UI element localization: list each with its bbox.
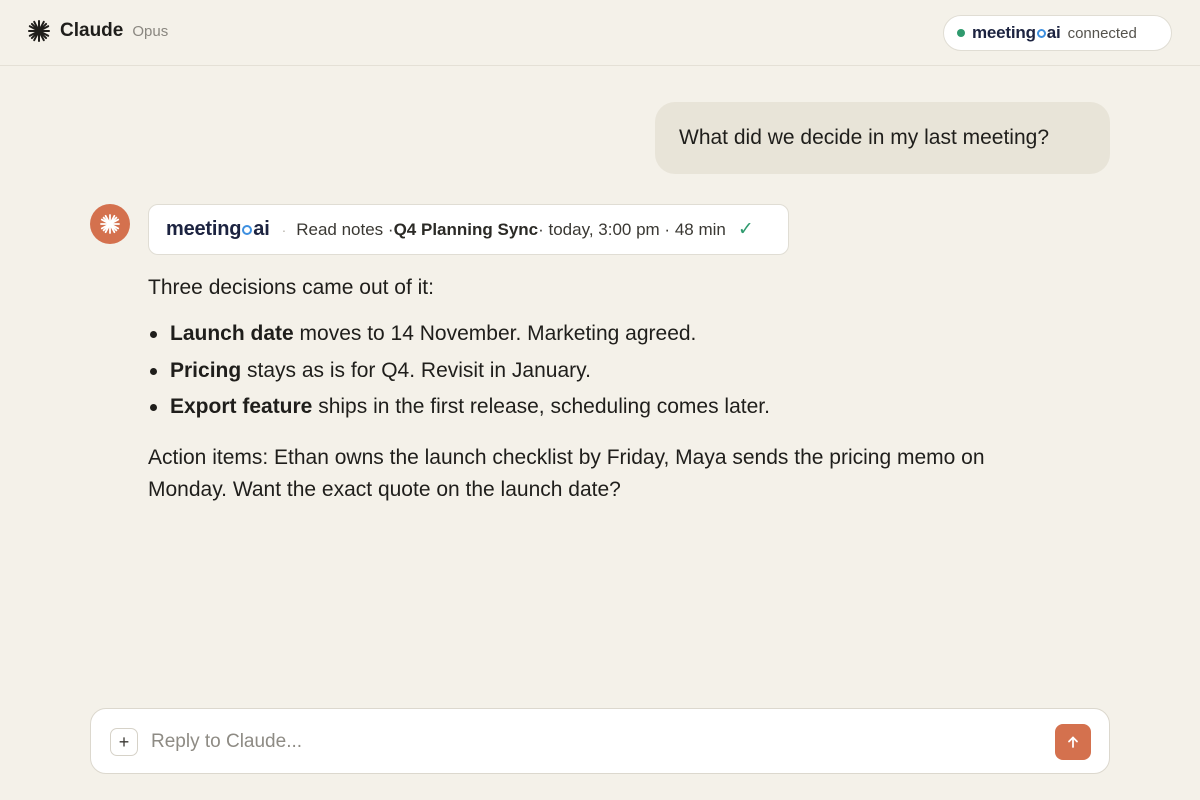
action-items-text: Action items: Ethan owns the launch chec… [148,445,985,501]
list-item: Pricing stays as is for Q4. Revisit in J… [148,355,1048,392]
top-bar: Claude Opus meeting ai connected [0,0,1200,66]
wordmark-suffix: ai [253,218,270,240]
list-item: Launch date moves to 14 November. Market… [148,318,1048,355]
assistant-reply: Three decisions came out of it: Launch d… [148,272,1048,506]
user-message-text: What did we decide in my last meeting? [679,126,1050,149]
meetingai-wordmark: meeting ai [972,23,1061,43]
bullet-icon [150,367,157,375]
bullet-icon [150,331,157,338]
app-name: Claude [60,20,124,41]
list-item: Export feature ships in the first releas… [148,391,1048,428]
check-icon: ✓ [737,219,754,240]
assistant-avatar [90,204,130,244]
wordmark-suffix: ai [1046,23,1061,42]
tool-call-card[interactable]: meeting ai · Read notes · Q4 Planning Sy… [148,204,789,255]
meeting-details: · today, 3:00 pm · 48 min [538,219,726,239]
claude-logo-icon [28,20,50,42]
add-attachment-button[interactable]: + [110,728,138,756]
wordmark-prefix: meeting [972,23,1036,42]
arrow-up-icon [1068,736,1078,748]
decision-text: stays as is for Q4. Revisit in January. [241,358,591,382]
decisions-list: Launch date moves to 14 November. Market… [148,318,1048,428]
bullet-icon [150,404,157,411]
wordmark-ring-icon [242,224,253,235]
connector-status-pill[interactable]: meeting ai connected [943,15,1172,51]
wordmark-prefix: meeting [166,218,242,240]
separator-dot: · [281,221,287,238]
tool-action-label: Read notes · [296,219,394,239]
send-button[interactable] [1055,724,1091,760]
decision-title: Pricing [170,358,242,382]
decision-text: moves to 14 November. Marketing agreed. [293,322,697,345]
user-message-bubble: What did we decide in my last meeting? [655,102,1110,174]
message-composer: + [90,708,1110,774]
meetingai-wordmark: meeting ai [166,218,270,241]
reply-input[interactable] [151,723,1041,761]
plus-icon: + [118,732,130,752]
meeting-title: Q4 Planning Sync [393,219,539,239]
model-label[interactable]: Opus [132,23,168,40]
status-dot-icon [957,29,965,37]
connection-status-text: connected [1067,24,1137,42]
claude-spark-icon [100,214,120,234]
decision-title: Export feature [170,395,313,418]
decision-text: ships in the first release, scheduling c… [312,395,770,418]
wordmark-ring-icon [1036,28,1046,38]
brand: Claude Opus [28,20,168,42]
reply-intro: Three decisions came out of it: [148,276,434,299]
decision-title: Launch date [170,322,294,345]
